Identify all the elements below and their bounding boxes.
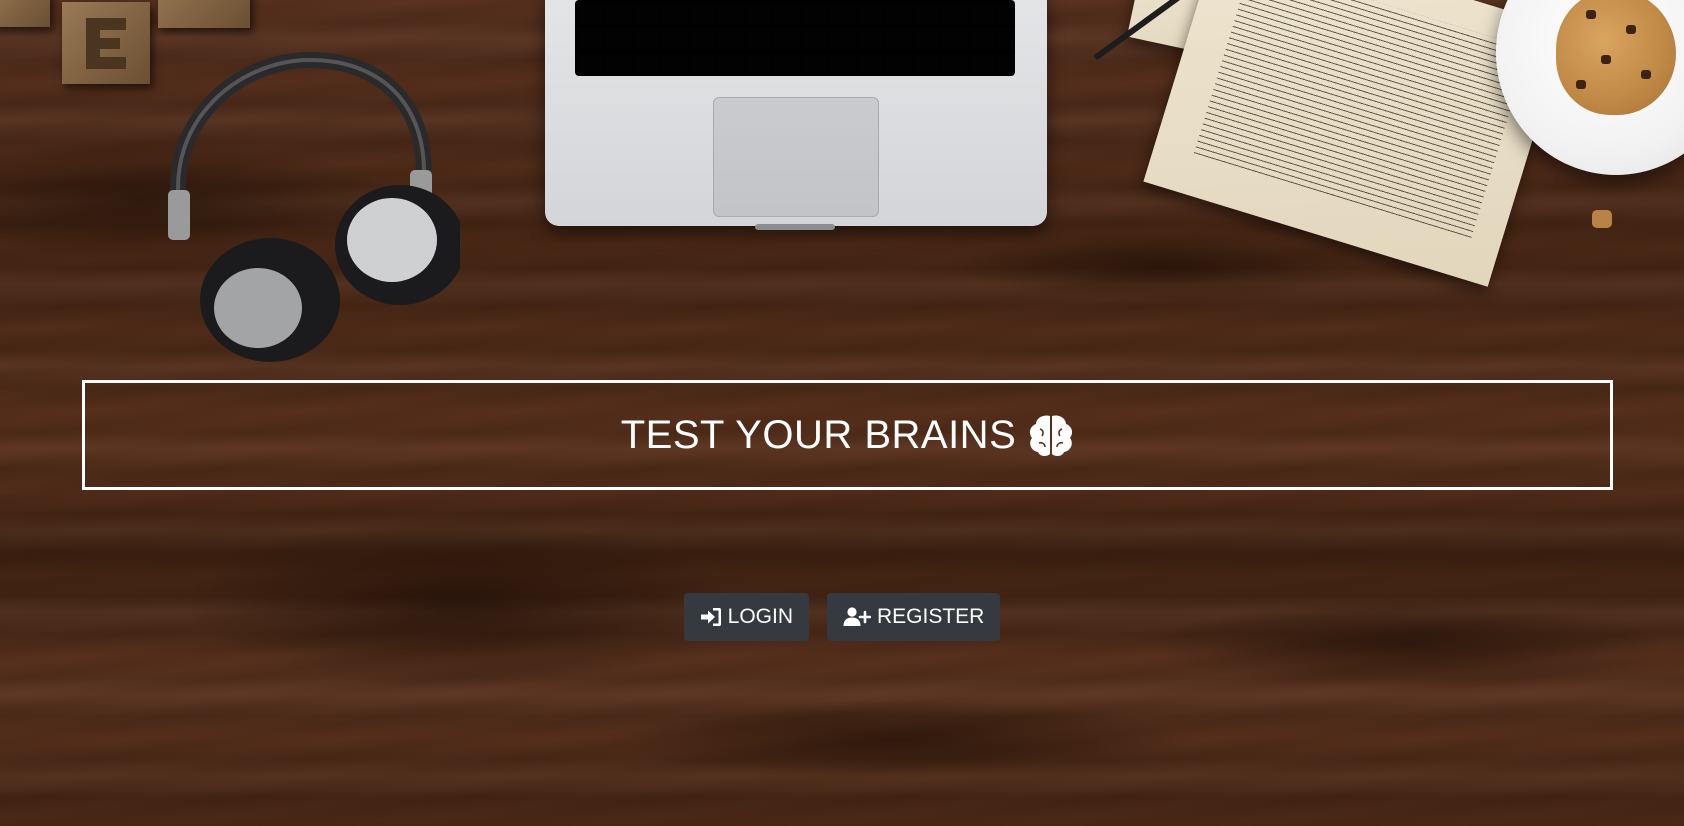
login-button-label: LOGIN [727, 605, 793, 628]
cookie-crumb [1592, 210, 1612, 228]
login-button[interactable]: LOGIN [683, 593, 809, 641]
chip [1586, 10, 1596, 19]
letter-block-e-icon [62, 2, 150, 84]
laptop-notch [755, 224, 835, 230]
headphones-icon [168, 51, 460, 362]
page-title: TEST YOUR BRAINS [621, 413, 1075, 458]
cookie-icon [1556, 0, 1676, 115]
staff-lines [1193, 0, 1530, 240]
chip [1576, 80, 1586, 89]
landing-page: TEST YOUR BRAINS LOGIN REGISTER [0, 0, 1684, 826]
wood-grain [600, 700, 1200, 780]
wood-grain [950, 230, 1370, 300]
trackpad [713, 97, 879, 217]
auth-actions: LOGIN REGISTER [0, 593, 1684, 641]
sign-in-icon [700, 608, 721, 626]
user-plus-icon [843, 607, 871, 626]
laptop-icon [545, 0, 1047, 230]
register-button-label: REGISTER [877, 605, 985, 628]
letter-e-shape [86, 18, 126, 69]
register-button[interactable]: REGISTER [827, 593, 1001, 641]
brain-icon [1030, 415, 1073, 457]
chip [1626, 25, 1636, 34]
letter-block-icon [158, 0, 250, 28]
letter-blocks-icon [0, 0, 50, 27]
chip [1641, 70, 1651, 79]
page-title-text: TEST YOUR BRAINS [620, 412, 1017, 457]
title-banner: TEST YOUR BRAINS [82, 380, 1613, 490]
keyboard [575, 0, 1015, 76]
chip [1601, 55, 1611, 64]
